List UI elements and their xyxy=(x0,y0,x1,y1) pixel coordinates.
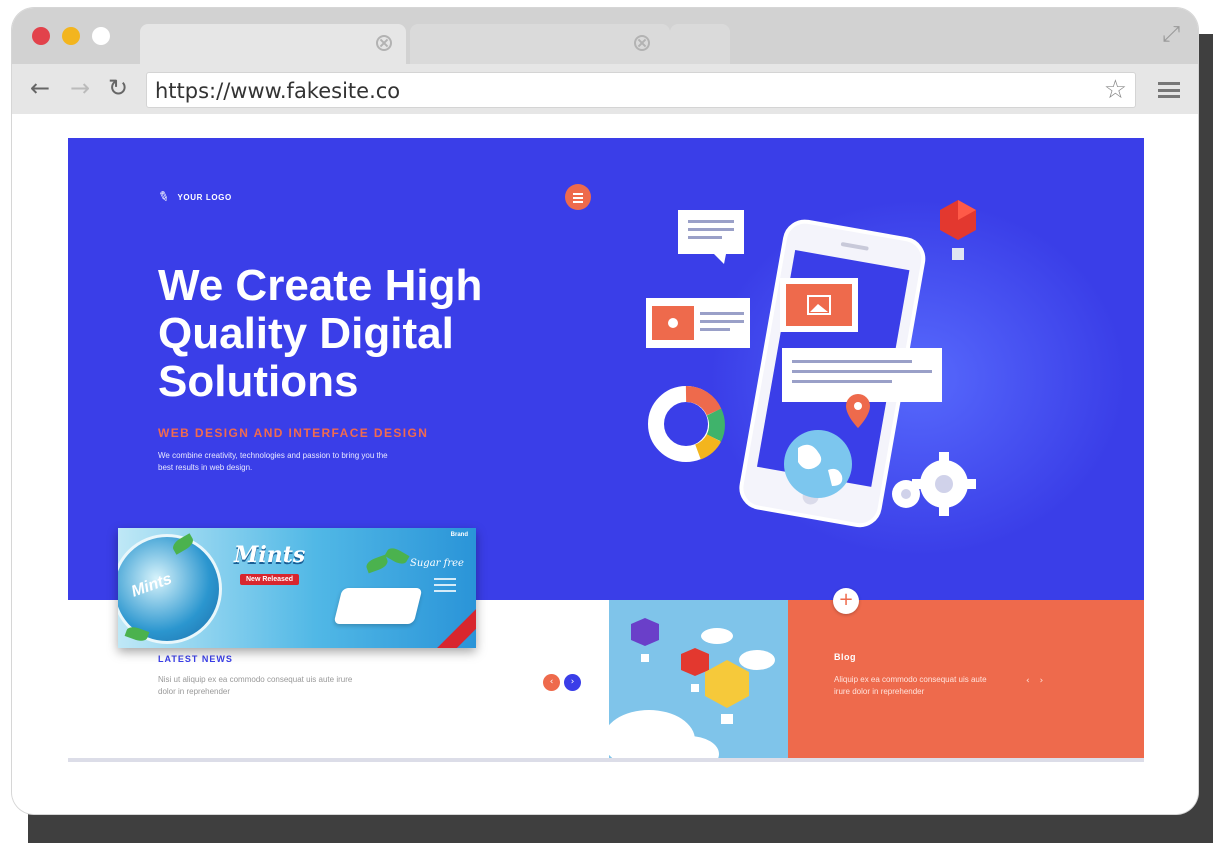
mints-ad-banner[interactable]: Mints Mints New Released Sugar free Bran… xyxy=(118,528,476,648)
close-window-dot[interactable] xyxy=(32,27,50,45)
sugar-free-text: Sugar free xyxy=(410,558,464,569)
page-bottom-border xyxy=(68,758,1144,762)
scene: ⤢ ← → ↻ https://www.fakesite.co ☆ ✎ YOUR… xyxy=(0,0,1213,843)
back-arrow-icon[interactable]: ← xyxy=(30,74,50,102)
address-bar[interactable]: https://www.fakesite.co ☆ xyxy=(146,72,1136,108)
url-text: https://www.fakesite.co xyxy=(155,79,401,103)
hot-air-balloon-icon xyxy=(940,200,976,260)
plus-button[interactable]: + xyxy=(833,588,859,614)
chat-bubble-icon xyxy=(678,210,744,264)
ad-corner-ribbon xyxy=(433,608,476,648)
phone-illustration xyxy=(646,200,976,528)
donut-chart-icon xyxy=(648,386,725,462)
gum-piece-image xyxy=(333,588,423,624)
mint-leaf-icon xyxy=(364,554,390,574)
tab-bar: ⤢ xyxy=(12,8,1198,64)
tab-active[interactable] xyxy=(140,24,406,64)
new-tab-button[interactable] xyxy=(670,24,730,64)
balloon-image-panel xyxy=(609,600,788,758)
blog-nav-arrows-icon[interactable]: ‹› xyxy=(1026,676,1053,686)
browser-window: ⤢ ← → ↻ https://www.fakesite.co ☆ ✎ YOUR… xyxy=(12,8,1198,814)
mints-title: Mints xyxy=(234,542,306,568)
maximize-window-dot[interactable] xyxy=(92,27,110,45)
new-released-badge: New Released xyxy=(240,574,300,585)
next-arrow-icon[interactable]: › xyxy=(564,674,581,691)
tab-close-icon[interactable] xyxy=(634,35,650,51)
tab-close-icon[interactable] xyxy=(376,35,392,51)
ad-brand: Brand xyxy=(450,532,468,538)
forward-arrow-icon[interactable]: → xyxy=(70,74,90,102)
balloon-illustration xyxy=(609,618,775,758)
text-card-icon xyxy=(782,348,942,402)
blog-panel[interactable]: Blog Aliquip ex ea commodo consequat uis… xyxy=(788,600,1144,758)
hero-description: We combine creativity, technologies and … xyxy=(158,451,388,472)
mints-tin-label: Mints xyxy=(129,570,175,601)
ad-detail-line xyxy=(434,584,456,586)
tab-inactive[interactable] xyxy=(410,24,670,64)
hero-headline: We Create High Quality Digital Solutions xyxy=(158,261,483,406)
video-card-icon xyxy=(646,298,750,348)
browser-toolbar: ← → ↻ https://www.fakesite.co ☆ xyxy=(12,64,1198,114)
globe-icon xyxy=(784,430,852,498)
blog-title: Blog xyxy=(834,652,856,662)
reload-icon[interactable]: ↻ xyxy=(108,74,128,102)
latest-news-text: Nisi ut aliquip ex ea commodo consequat … xyxy=(158,675,353,696)
hero-subtitle: WEB DESIGN AND INTERFACE DESIGN xyxy=(158,426,429,440)
star-icon[interactable]: ☆ xyxy=(1104,75,1127,105)
logo-text: YOUR LOGO xyxy=(177,193,232,202)
gear-icon xyxy=(892,452,976,516)
minimize-window-dot[interactable] xyxy=(62,27,80,45)
expand-icon[interactable]: ⤢ xyxy=(1162,22,1180,47)
hamburger-menu-icon[interactable] xyxy=(1158,82,1180,98)
pencil-icon: ✎ xyxy=(155,188,172,207)
blog-text: Aliquip ex ea commodo consequat uis aute… xyxy=(834,675,987,696)
latest-news-title: LATEST NEWS xyxy=(158,654,233,664)
page-viewport: ✎ YOUR LOGO We Create High Quality Digit… xyxy=(12,114,1198,814)
image-card-icon xyxy=(780,278,858,332)
mint-leaf-icon xyxy=(384,545,410,567)
ad-detail-line xyxy=(434,590,456,592)
site-logo[interactable]: ✎ YOUR LOGO xyxy=(155,188,232,207)
ad-detail-line xyxy=(434,578,456,580)
site-menu-button[interactable] xyxy=(565,184,591,210)
prev-arrow-icon[interactable]: ‹ xyxy=(543,674,560,691)
